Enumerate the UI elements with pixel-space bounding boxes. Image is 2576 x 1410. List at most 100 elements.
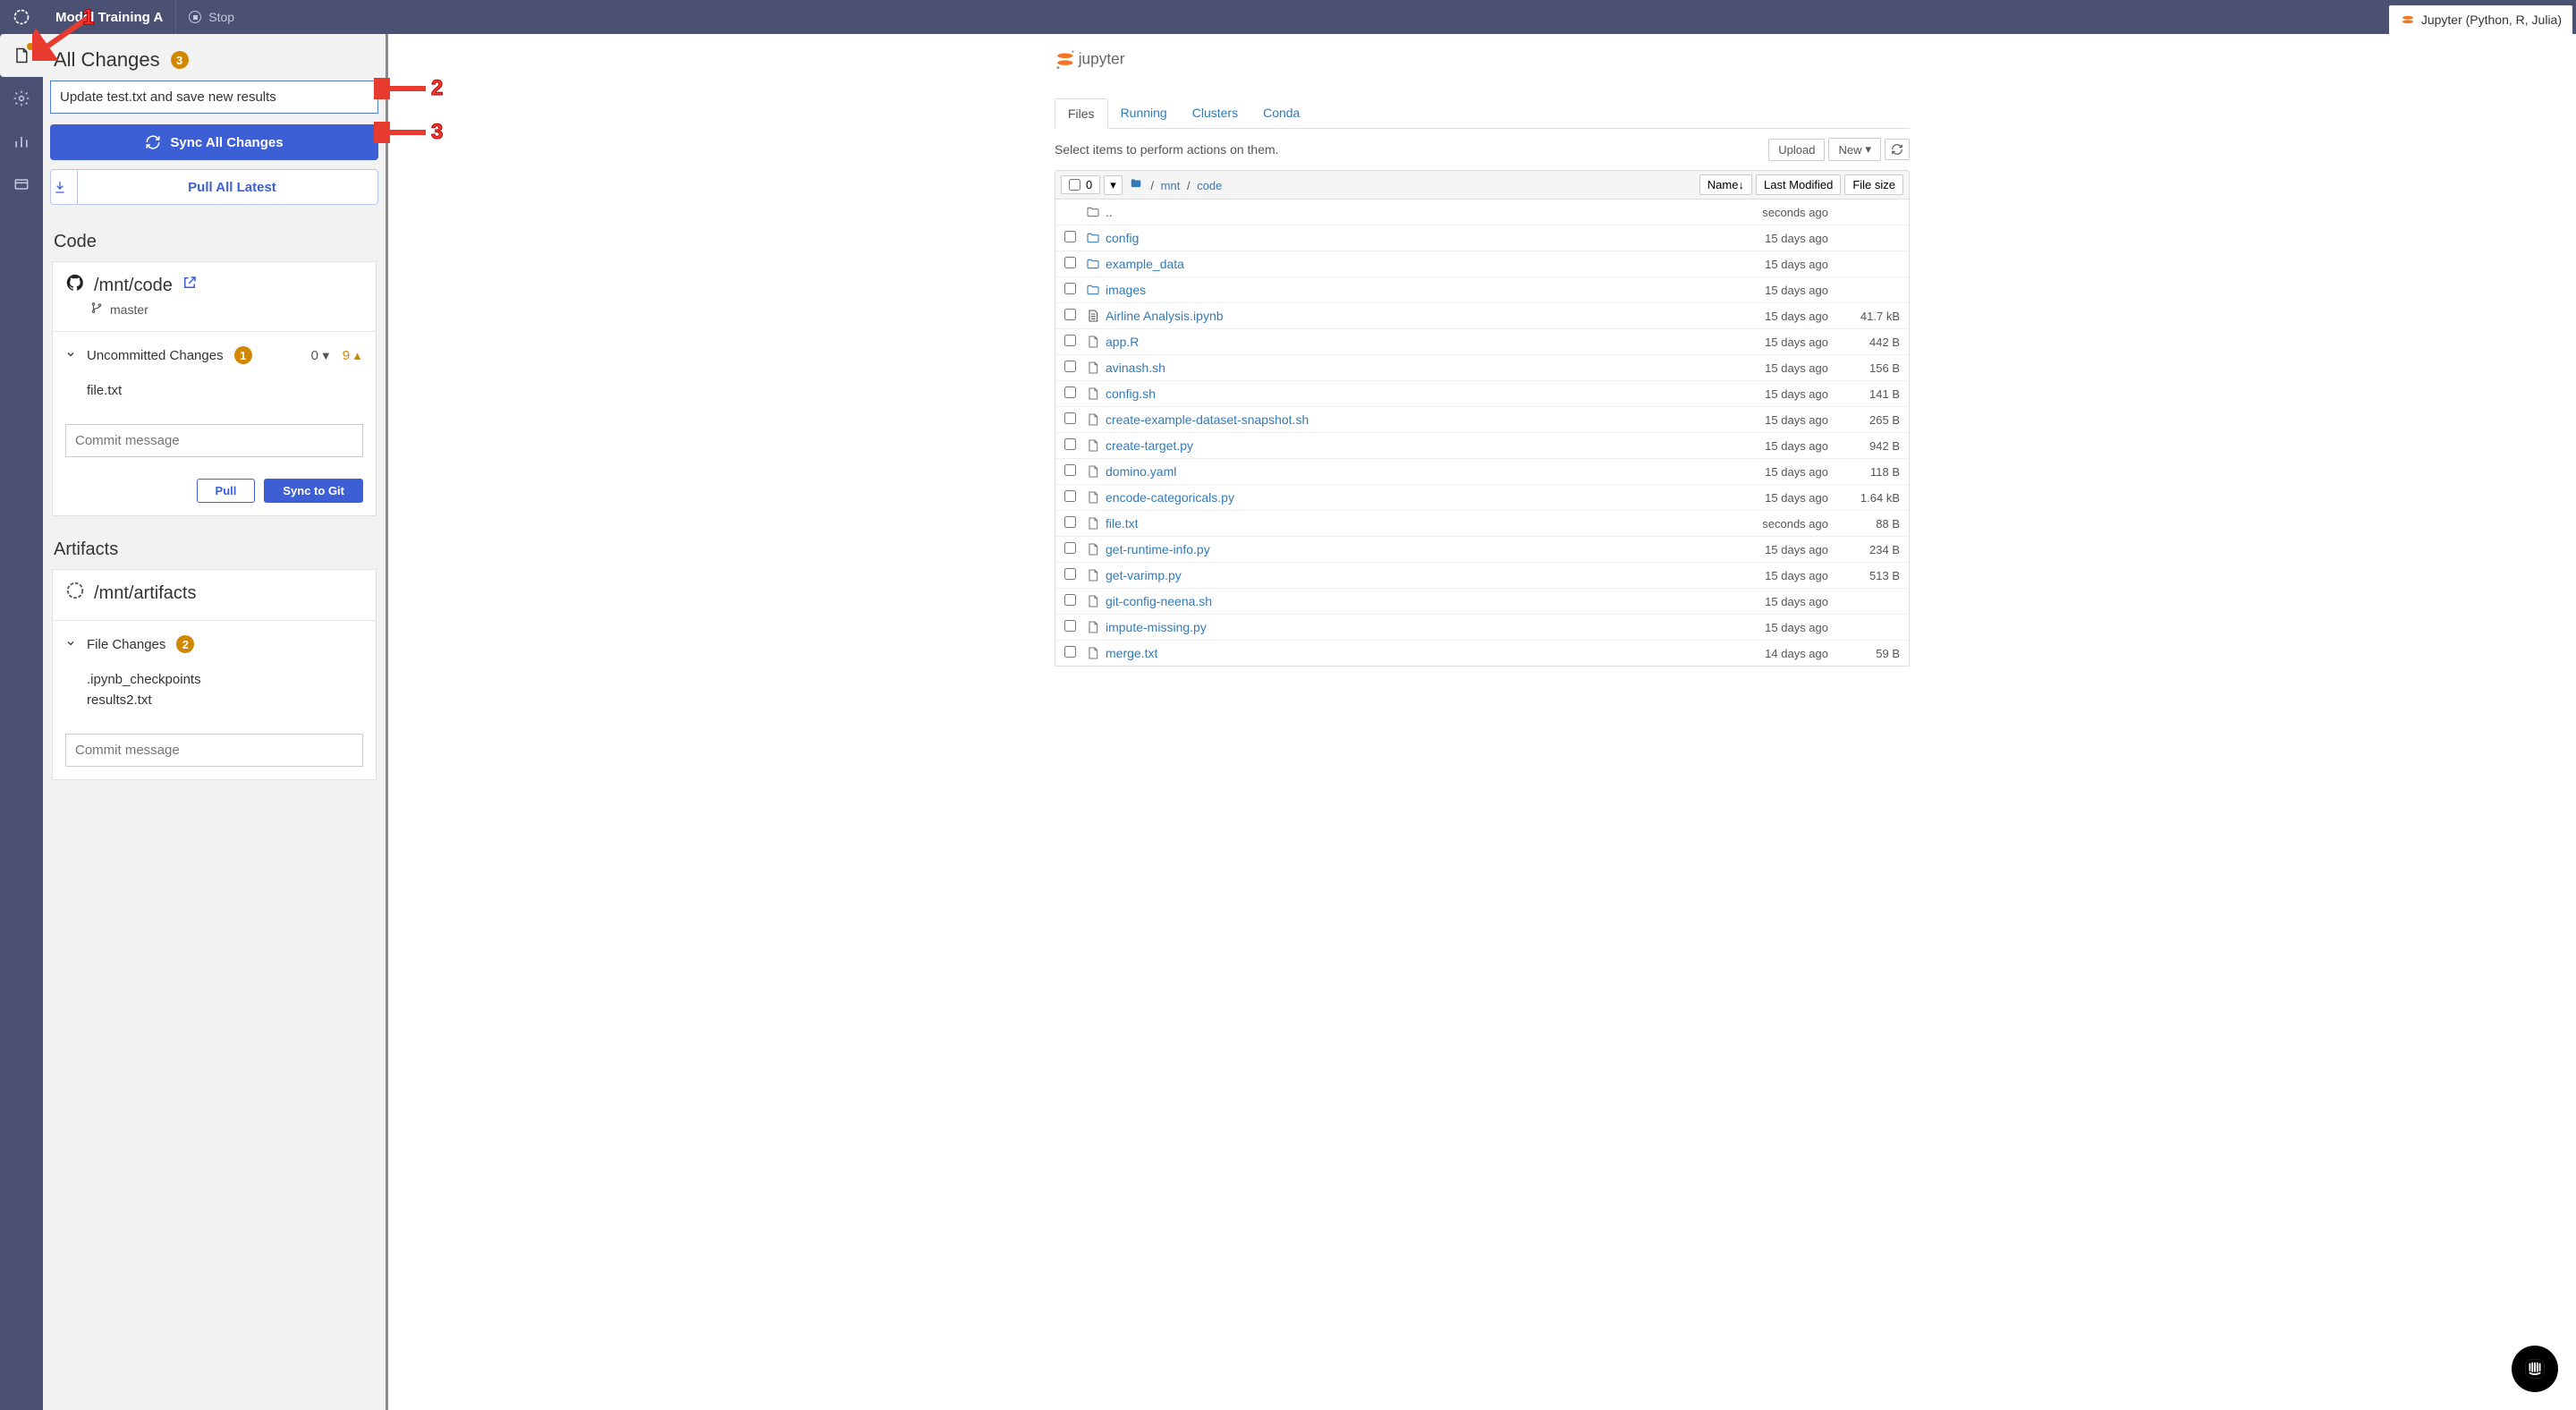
app-logo[interactable] [0, 0, 43, 34]
jupyter-pill-label: Jupyter (Python, R, Julia) [2421, 13, 2562, 27]
sort-size[interactable]: File size [1844, 174, 1903, 195]
row-checkbox[interactable] [1064, 412, 1076, 424]
folder-icon[interactable] [1130, 179, 1142, 192]
rail-changes[interactable] [0, 34, 43, 77]
rail-metrics[interactable] [0, 120, 43, 163]
file-name[interactable]: impute-missing.py [1106, 620, 1712, 634]
pull-all-button[interactable]: Pull All Latest [50, 169, 378, 205]
file-row[interactable]: git-config-neena.sh15 days ago [1055, 589, 1909, 615]
crumb-code[interactable]: code [1197, 179, 1222, 192]
row-checkbox[interactable] [1064, 231, 1076, 242]
file-icon [1086, 646, 1106, 660]
select-all[interactable]: 0 [1061, 175, 1100, 194]
notebook-icon [1086, 309, 1106, 323]
row-checkbox[interactable] [1064, 620, 1076, 632]
row-checkbox[interactable] [1064, 516, 1076, 528]
file-row[interactable]: file.txtseconds ago88 B [1055, 511, 1909, 537]
file-name[interactable]: images [1106, 283, 1712, 297]
tab-files[interactable]: Files [1055, 98, 1108, 129]
file-name[interactable]: app.R [1106, 335, 1712, 349]
tab-running[interactable]: Running [1108, 98, 1180, 128]
row-checkbox[interactable] [1064, 361, 1076, 372]
changed-file[interactable]: .ipynb_checkpoints [87, 669, 363, 690]
file-row[interactable]: domino.yaml15 days ago118 B [1055, 459, 1909, 485]
file-icon [1086, 386, 1106, 401]
new-button[interactable]: New▾ [1828, 138, 1881, 161]
chevron-down-icon: ▾ [1865, 142, 1871, 157]
file-row[interactable]: get-varimp.py15 days ago513 B [1055, 563, 1909, 589]
jupyter-logo[interactable]: jupyter [1055, 34, 1910, 79]
code-commit-input[interactable] [65, 424, 363, 457]
file-name[interactable]: create-example-dataset-snapshot.sh [1106, 412, 1712, 427]
file-row[interactable]: create-example-dataset-snapshot.sh15 day… [1055, 407, 1909, 433]
artifacts-path: /mnt/artifacts [65, 581, 363, 606]
code-file-list: file.txt [53, 373, 376, 417]
file-row[interactable]: app.R15 days ago442 B [1055, 329, 1909, 355]
tab-conda[interactable]: Conda [1250, 98, 1312, 128]
uncommitted-row[interactable]: Uncommitted Changes 1 0▼ 9▲ [53, 331, 376, 373]
file-name[interactable]: create-target.py [1106, 438, 1712, 453]
select-menu[interactable]: ▾ [1104, 175, 1123, 195]
row-checkbox[interactable] [1064, 568, 1076, 580]
select-all-checkbox[interactable] [1069, 179, 1080, 191]
file-row[interactable]: config.sh15 days ago141 B [1055, 381, 1909, 407]
svg-text:jupyter: jupyter [1078, 50, 1125, 68]
artifacts-commit-input[interactable] [65, 734, 363, 767]
file-name[interactable]: get-runtime-info.py [1106, 542, 1712, 556]
file-name[interactable]: encode-categoricals.py [1106, 490, 1712, 505]
file-name[interactable]: domino.yaml [1106, 464, 1712, 479]
sync-message-input[interactable] [50, 81, 378, 114]
file-row[interactable]: Airline Analysis.ipynb15 days ago41.7 kB [1055, 303, 1909, 329]
rail-data[interactable] [0, 163, 43, 206]
file-row[interactable]: merge.txt14 days ago59 B [1055, 641, 1909, 666]
file-name[interactable]: config [1106, 231, 1712, 245]
changed-file[interactable]: results2.txt [87, 690, 363, 710]
file-name[interactable]: .. [1106, 205, 1712, 219]
row-checkbox[interactable] [1064, 386, 1076, 398]
file-row[interactable]: config15 days ago [1055, 225, 1909, 251]
file-name[interactable]: get-varimp.py [1106, 568, 1712, 582]
file-row[interactable]: avinash.sh15 days ago156 B [1055, 355, 1909, 381]
intercom-button[interactable] [2512, 1346, 2558, 1392]
file-row[interactable]: encode-categoricals.py15 days ago1.64 kB [1055, 485, 1909, 511]
row-checkbox[interactable] [1064, 257, 1076, 268]
file-name[interactable]: example_data [1106, 257, 1712, 271]
row-checkbox[interactable] [1064, 309, 1076, 320]
file-name[interactable]: merge.txt [1106, 646, 1712, 660]
file-row[interactable]: images15 days ago [1055, 277, 1909, 303]
file-row[interactable]: impute-missing.py15 days ago [1055, 615, 1909, 641]
upload-button[interactable]: Upload [1768, 139, 1825, 161]
row-checkbox[interactable] [1064, 646, 1076, 658]
refresh-button[interactable] [1885, 139, 1910, 160]
external-link-icon[interactable] [182, 275, 198, 296]
file-row[interactable]: create-target.py15 days ago942 B [1055, 433, 1909, 459]
file-name[interactable]: Airline Analysis.ipynb [1106, 309, 1712, 323]
sort-name[interactable]: Name ↓ [1699, 174, 1752, 195]
rail-settings[interactable] [0, 77, 43, 120]
row-checkbox[interactable] [1064, 542, 1076, 554]
row-checkbox[interactable] [1064, 335, 1076, 346]
tab-clusters[interactable]: Clusters [1180, 98, 1250, 128]
sort-modified[interactable]: Last Modified [1756, 174, 1841, 195]
jupyter-pill[interactable]: Jupyter (Python, R, Julia) [2389, 5, 2572, 34]
changed-file[interactable]: file.txt [87, 380, 363, 401]
file-name[interactable]: config.sh [1106, 386, 1712, 401]
sync-all-button[interactable]: Sync All Changes [50, 124, 378, 160]
row-checkbox[interactable] [1064, 283, 1076, 294]
code-pull-button[interactable]: Pull [197, 479, 256, 503]
file-row[interactable]: ..seconds ago [1055, 200, 1909, 225]
row-checkbox[interactable] [1064, 438, 1076, 450]
row-checkbox[interactable] [1064, 594, 1076, 606]
ahead-count: 9▲ [343, 348, 363, 363]
file-name[interactable]: file.txt [1106, 516, 1712, 531]
code-sync-button[interactable]: Sync to Git [264, 479, 363, 503]
file-row[interactable]: example_data15 days ago [1055, 251, 1909, 277]
file-name[interactable]: avinash.sh [1106, 361, 1712, 375]
file-row[interactable]: get-runtime-info.py15 days ago234 B [1055, 537, 1909, 563]
row-checkbox[interactable] [1064, 464, 1076, 476]
filechanges-row[interactable]: File Changes 2 [53, 620, 376, 662]
row-checkbox[interactable] [1064, 490, 1076, 502]
stop-button[interactable]: Stop [175, 0, 247, 34]
crumb-mnt[interactable]: mnt [1161, 179, 1181, 192]
file-name[interactable]: git-config-neena.sh [1106, 594, 1712, 608]
